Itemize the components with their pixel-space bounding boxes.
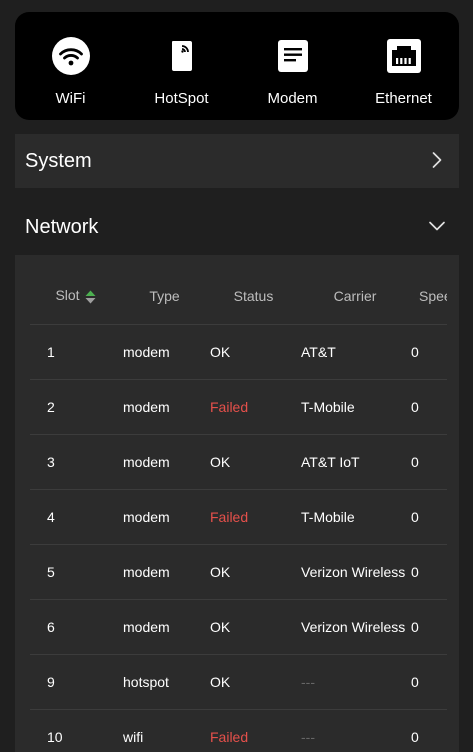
ethernet-tile[interactable]: Ethernet [348, 12, 459, 120]
speed-cell: 0 [411, 709, 447, 752]
hotspot-label: HotSpot [154, 90, 209, 107]
wifi-label: WiFi [55, 90, 86, 107]
network-table: Slot Type Status Carrier Speed 1 modem O… [30, 267, 447, 752]
carrier-cell: Verizon Wireless [299, 599, 411, 655]
table-row[interactable]: 9 hotspot OK --- 0 [30, 654, 447, 710]
slot-cell: 4 [30, 489, 121, 545]
ethernet-label: Ethernet [375, 90, 432, 107]
type-cell: modem [121, 599, 208, 655]
slot-cell: 6 [30, 599, 121, 655]
status-cell: Failed [208, 709, 299, 752]
network-table-panel: Slot Type Status Carrier Speed 1 modem O… [15, 255, 459, 752]
column-header-speed[interactable]: Speed [411, 267, 447, 325]
slot-cell: 2 [30, 379, 121, 435]
chevron-right-icon [432, 152, 442, 168]
modem-label: Modem [267, 90, 318, 107]
carrier-cell: AT&T [299, 324, 411, 380]
table-row[interactable]: 1 modem OK AT&T 0 [30, 324, 447, 380]
system-section-header[interactable]: System [15, 134, 459, 188]
column-header-slot[interactable]: Slot [30, 267, 121, 325]
carrier-cell: T-Mobile [299, 379, 411, 435]
speed-cell: 0 [411, 489, 447, 545]
phone-signal-icon [171, 41, 192, 71]
status-cell: OK [208, 654, 299, 710]
quick-connect-bar: WiFi HotSpot Modem Ethernet [15, 12, 459, 120]
status-cell: OK [208, 324, 299, 380]
table-row[interactable]: 2 modem Failed T-Mobile 0 [30, 379, 447, 435]
table-row[interactable]: 5 modem OK Verizon Wireless 0 [30, 544, 447, 600]
table-row[interactable]: 4 modem Failed T-Mobile 0 [30, 489, 447, 545]
chevron-down-icon [429, 221, 445, 231]
carrier-header-label: Carrier [333, 287, 377, 304]
slot-cell: 9 [30, 654, 121, 710]
network-section-header[interactable]: Network [15, 200, 459, 254]
carrier-cell: --- [299, 654, 411, 710]
type-cell: modem [121, 379, 208, 435]
type-cell: modem [121, 489, 208, 545]
slot-cell: 3 [30, 434, 121, 490]
speed-cell: 0 [411, 379, 447, 435]
wifi-tile[interactable]: WiFi [15, 12, 126, 120]
type-header-label: Type [149, 287, 180, 304]
type-cell: modem [121, 324, 208, 380]
hotspot-tile[interactable]: HotSpot [126, 12, 237, 120]
status-header-label: Status [233, 287, 274, 304]
table-row[interactable]: 6 modem OK Verizon Wireless 0 [30, 599, 447, 655]
network-table-scroll[interactable]: Slot Type Status Carrier Speed 1 modem O… [30, 267, 447, 752]
status-cell: OK [208, 434, 299, 490]
carrier-cell: AT&T IoT [299, 434, 411, 490]
speed-cell: 0 [411, 434, 447, 490]
speed-cell: 0 [411, 544, 447, 600]
type-cell: modem [121, 544, 208, 600]
wifi-icon [51, 37, 90, 75]
speed-cell: 0 [411, 599, 447, 655]
carrier-cell: T-Mobile [299, 489, 411, 545]
sort-up-down-icon[interactable] [85, 290, 96, 304]
modem-tile[interactable]: Modem [237, 12, 348, 120]
slot-cell: 10 [30, 709, 121, 752]
status-cell: Failed [208, 379, 299, 435]
column-header-status[interactable]: Status [208, 267, 299, 325]
system-title: System [25, 150, 92, 172]
type-cell: modem [121, 434, 208, 490]
carrier-cell: Verizon Wireless [299, 544, 411, 600]
column-header-type[interactable]: Type [121, 267, 208, 325]
status-cell: OK [208, 599, 299, 655]
slot-header-label: Slot [55, 287, 80, 304]
column-header-carrier[interactable]: Carrier [299, 267, 411, 325]
status-cell: Failed [208, 489, 299, 545]
speed-header-label: Speed [419, 287, 447, 304]
ethernet-port-icon [386, 39, 421, 73]
network-title: Network [25, 216, 99, 238]
carrier-cell: --- [299, 709, 411, 752]
document-icon [277, 40, 308, 72]
type-cell: hotspot [121, 654, 208, 710]
speed-cell: 0 [411, 654, 447, 710]
table-row[interactable]: 3 modem OK AT&T IoT 0 [30, 434, 447, 490]
type-cell: wifi [121, 709, 208, 752]
table-row[interactable]: 10 wifi Failed --- 0 [30, 709, 447, 752]
speed-cell: 0 [411, 324, 447, 380]
status-cell: OK [208, 544, 299, 600]
slot-cell: 1 [30, 324, 121, 380]
slot-cell: 5 [30, 544, 121, 600]
table-header-row: Slot Type Status Carrier Speed [30, 267, 447, 325]
